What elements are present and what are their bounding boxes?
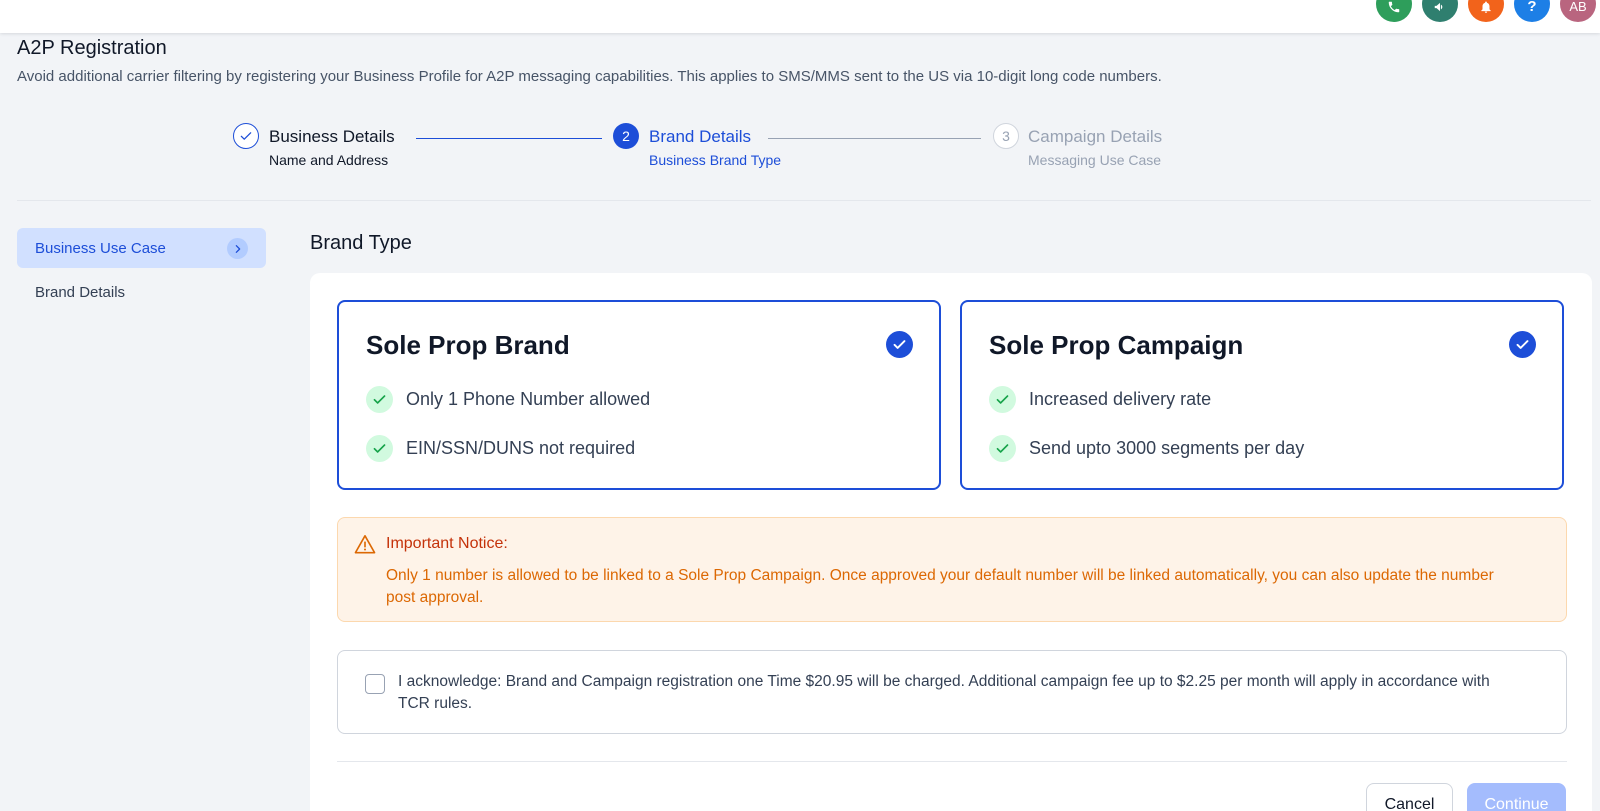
- check-circle-icon: [366, 435, 393, 462]
- chevron-right-glyph: [235, 244, 240, 253]
- brand-type-panel: Sole Prop Brand Only 1 Phone Number allo…: [310, 273, 1592, 811]
- step-connector-2: [768, 138, 981, 139]
- sole-prop-brand-card[interactable]: Sole Prop Brand Only 1 Phone Number allo…: [337, 300, 941, 490]
- feature-item: Increased delivery rate: [989, 386, 1211, 413]
- card-title: Sole Prop Brand: [366, 330, 570, 360]
- check-icon: [893, 340, 906, 349]
- avatar[interactable]: AB: [1560, 0, 1596, 22]
- step-1-check-icon: [233, 123, 259, 149]
- step-2-number-text: 2: [622, 128, 630, 144]
- help-icon-glyph: ?: [1527, 0, 1537, 15]
- feature-label: Increased delivery rate: [1029, 389, 1212, 409]
- phone-icon[interactable]: [1376, 0, 1412, 22]
- sidebar-item-business-use-case[interactable]: Business Use Case: [17, 228, 266, 268]
- important-notice: Important Notice: Only 1 number is allow…: [337, 517, 1567, 622]
- check-circle-icon: [366, 386, 393, 413]
- page-description: Avoid additional carrier filtering by re…: [17, 68, 1162, 85]
- registration-stepper: Business Details Name and Address 2 Bran…: [0, 123, 1600, 183]
- header-divider: [17, 200, 1591, 201]
- check-icon: [1516, 340, 1529, 349]
- step-1-title[interactable]: Business Details: [269, 127, 395, 147]
- bell-icon-glyph: [1481, 1, 1491, 13]
- check-circle-icon: [989, 386, 1016, 413]
- check-circle-icon: [989, 435, 1016, 462]
- step-3-number: 3: [993, 123, 1019, 149]
- feature-item: EIN/SSN/DUNS not required: [366, 435, 635, 462]
- feature-item: Only 1 Phone Number allowed: [366, 386, 650, 413]
- phone-icon-glyph: [1388, 1, 1400, 13]
- feature-label: Send upto 3000 segments per day: [1029, 438, 1305, 458]
- card-title: Sole Prop Campaign: [989, 330, 1244, 360]
- feature-label: EIN/SSN/DUNS not required: [406, 438, 636, 458]
- sidebar-item-label: Brand Details: [35, 283, 126, 301]
- step-3-title[interactable]: Campaign Details: [1028, 127, 1162, 147]
- continue-button[interactable]: Continue: [1467, 783, 1566, 811]
- selected-check-icon: [886, 331, 913, 358]
- help-icon[interactable]: ?: [1514, 0, 1550, 22]
- section-title: Brand Type: [310, 232, 412, 254]
- bell-icon[interactable]: [1468, 0, 1504, 22]
- sidebar-item-label: Business Use Case: [35, 239, 166, 257]
- step-2-number: 2: [613, 123, 639, 149]
- chevron-right-icon: [227, 238, 248, 259]
- check-icon: [240, 132, 252, 140]
- megaphone-icon[interactable]: [1422, 0, 1458, 22]
- acknowledge-box: I acknowledge: Brand and Campaign regist…: [337, 650, 1567, 734]
- page-title: A2P Registration: [17, 37, 167, 59]
- step-3-number-text: 3: [1002, 128, 1010, 144]
- cancel-button[interactable]: Cancel: [1366, 783, 1453, 811]
- step-2-title[interactable]: Brand Details: [649, 127, 751, 147]
- warning-icon: [354, 534, 376, 559]
- step-2-subtitle: Business Brand Type: [649, 152, 782, 168]
- feature-item: Send upto 3000 segments per day: [989, 435, 1304, 462]
- step-connector-1: [416, 138, 602, 139]
- sidebar-item-brand-details[interactable]: Brand Details: [17, 272, 266, 312]
- acknowledge-checkbox[interactable]: [365, 674, 385, 694]
- notice-title: Important Notice:: [386, 535, 508, 552]
- selected-check-icon: [1509, 331, 1536, 358]
- feature-label: Only 1 Phone Number allowed: [406, 389, 651, 409]
- megaphone-icon-glyph: [1434, 2, 1443, 12]
- step-3-subtitle: Messaging Use Case: [1028, 152, 1162, 168]
- check-icon: [373, 444, 386, 453]
- sole-prop-campaign-card[interactable]: Sole Prop Campaign Increased delivery ra…: [960, 300, 1564, 490]
- avatar-initials: AB: [1569, 0, 1587, 14]
- check-icon: [996, 395, 1009, 404]
- check-icon: [996, 444, 1009, 453]
- check-icon: [373, 395, 386, 404]
- warning-triangle-glyph: [354, 535, 376, 554]
- step-1-subtitle: Name and Address: [269, 152, 389, 168]
- top-bar: ? AB: [0, 0, 1600, 33]
- notice-body: Only 1 number is allowed to be linked to…: [386, 567, 1494, 606]
- acknowledge-text[interactable]: I acknowledge: Brand and Campaign regist…: [398, 671, 1518, 715]
- footer-divider: [337, 761, 1567, 762]
